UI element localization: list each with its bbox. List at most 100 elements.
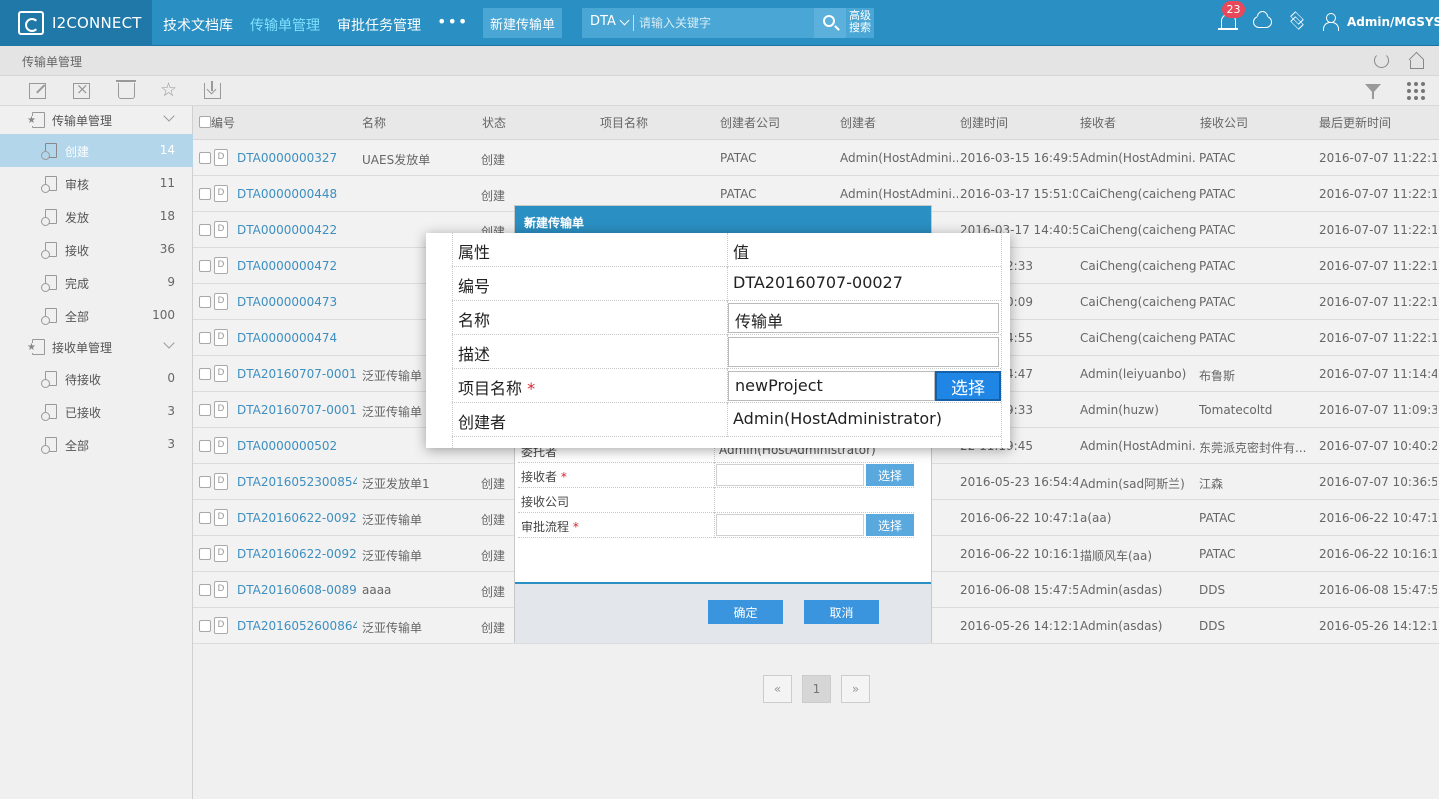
notification-badge[interactable]: 23 [1222,1,1245,18]
sidebar-item-count: 0 [167,371,175,385]
select-all-checkbox[interactable] [199,116,211,128]
cell-id[interactable]: DTA0000000473 [237,295,357,309]
column-header[interactable]: 创建者公司 [720,114,780,131]
advanced-search-line2: 搜索 [849,21,871,34]
sidebar-group-transfer[interactable]: 传输单管理 [0,106,193,134]
approval-flow-input[interactable] [716,514,864,536]
row-checkbox[interactable] [199,296,211,308]
row-checkbox[interactable] [199,476,211,488]
row-checkbox[interactable] [199,548,211,560]
cell-id[interactable]: DTA20160622-00921 [237,547,357,561]
home-icon[interactable] [1408,54,1424,69]
sidebar-item-all-receipts[interactable]: 全部 3 [0,428,193,461]
close-icon[interactable]: × [524,214,534,231]
row-checkbox[interactable] [199,440,211,452]
sidebar-item-received[interactable]: 已接收 3 [0,395,193,428]
user-name[interactable]: Admin/MGSYS [1347,15,1439,29]
approval-flow-select-button[interactable]: 选择 [866,514,914,536]
cell-id[interactable]: DTA0000000327 [237,151,357,165]
search-type-select[interactable]: DTA [590,14,616,29]
row-checkbox[interactable] [199,404,211,416]
search-button[interactable] [814,8,846,38]
row-checkbox[interactable] [199,332,211,344]
row-checkbox[interactable] [199,260,211,272]
sidebar-item-receive[interactable]: 接收 36 [0,233,193,266]
row-checkbox[interactable] [199,584,211,596]
column-header[interactable]: 状态 [482,114,506,131]
row-checkbox[interactable] [199,224,211,236]
column-header[interactable]: 接收者 [1080,114,1116,131]
description-input[interactable] [728,337,999,367]
sidebar-group-receipt[interactable]: 接收单管理 [0,333,193,361]
cell-rcompany: 布鲁斯 [1199,369,1236,383]
project-input[interactable]: newProject [728,371,935,401]
sidebar-item-review[interactable]: 审核 11 [0,167,193,200]
cell-id[interactable]: DTA0000000448 [237,187,357,201]
cell-id[interactable]: DTA0000000502 [237,439,357,453]
search-input[interactable] [639,11,809,35]
cell-id[interactable]: DTA0000000422 [237,223,357,237]
filter-icon[interactable] [1365,84,1381,99]
cell-id[interactable]: DTA2016052300854 [237,475,357,489]
cell-id[interactable]: DTA2016052600864 [237,619,357,633]
project-select-button[interactable]: 选择 [935,371,1001,401]
chevron-down-icon[interactable] [619,15,630,26]
column-header[interactable]: 创建者 [840,114,876,131]
delete-x-icon[interactable] [73,80,90,99]
row-checkbox[interactable] [199,188,211,200]
cell-id[interactable]: DTA20160608-00895 [237,583,357,597]
confirm-button[interactable]: 确定 [708,600,783,624]
row-checkbox[interactable] [199,368,211,380]
row-checkbox[interactable] [199,512,211,524]
receiver-input[interactable] [716,464,864,486]
advanced-search-link[interactable]: 高级 搜索 [846,10,874,34]
nav-transfer-management[interactable]: 传输单管理 [250,15,320,35]
nav-more-button[interactable]: ••• [437,12,468,31]
chevron-down-icon[interactable] [163,337,175,349]
cell-id[interactable]: DTA20160622-00923 [237,511,357,525]
dialog-row-receiver: 接收者 * 选择 [518,463,914,488]
row-checkbox[interactable] [199,152,211,164]
layers-icon[interactable] [1289,11,1305,30]
refresh-icon[interactable] [1374,53,1389,68]
nav-approval-tasks[interactable]: 审批任务管理 [337,15,421,35]
user-icon[interactable] [1323,13,1339,31]
sidebar-item-complete[interactable]: 完成 9 [0,266,193,299]
name-input[interactable]: 传输单 [728,303,999,333]
brand[interactable]: I2CONNECT [0,0,152,46]
column-header[interactable]: 编号 [211,114,235,131]
sidebar-item-pending[interactable]: 待接收 0 [0,362,193,395]
table-row[interactable]: D DTA0000000327 UAES发放单 创建 PATAC Admin(HostAd… [193,140,1439,176]
grid-icon[interactable] [1407,82,1425,100]
sidebar-item-create[interactable]: 创建 14 [0,134,193,167]
sidebar-item-issue[interactable]: 发放 18 [0,200,193,233]
column-header[interactable]: 接收公司 [1200,114,1248,131]
cell-id[interactable]: DTA0000000474 [237,331,357,345]
row-checkbox[interactable] [199,620,211,632]
sidebar-item-all[interactable]: 全部 100 [0,299,193,332]
cell-id[interactable]: DTA20160707-00012 [237,403,357,417]
pagination-prev[interactable]: « [763,675,792,703]
column-header[interactable]: 项目名称 [600,114,648,131]
document-icon [41,437,57,454]
trash-icon[interactable] [116,80,136,99]
cell-receiver: Admin(sad阿斯兰) [1080,477,1185,491]
cell-id[interactable]: DTA20160707-00013 [237,367,357,381]
column-header[interactable]: 创建时间 [960,114,1008,131]
column-header[interactable]: 名称 [362,114,386,131]
sidebar-group-label: 传输单管理 [52,114,113,128]
star-icon[interactable]: ☆ [160,81,177,100]
download-icon[interactable] [204,81,221,99]
edit-icon[interactable] [29,83,46,99]
pagination-page[interactable]: 1 [802,675,831,703]
cell-updated: 2016-06-08 15:47:53 [1319,583,1437,597]
cell-id[interactable]: DTA0000000472 [237,259,357,273]
chevron-down-icon[interactable] [163,110,175,122]
receiver-select-button[interactable]: 选择 [866,464,914,486]
new-transfer-button[interactable]: 新建传输单 [483,8,562,38]
nav-tech-docs[interactable]: 技术文档库 [163,15,233,35]
cancel-button[interactable]: 取消 [804,600,879,624]
pagination-next[interactable]: » [841,675,870,703]
column-header[interactable]: 最后更新时间 [1319,114,1391,131]
cloud-icon[interactable] [1253,16,1272,28]
